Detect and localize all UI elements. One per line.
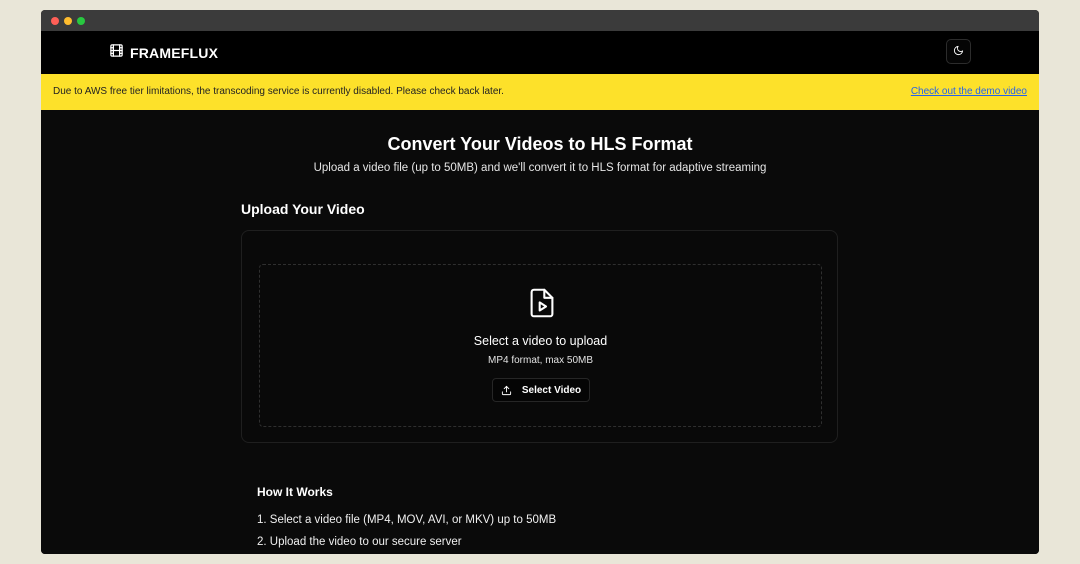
how-it-works-title: How It Works [257, 485, 333, 499]
service-notice-banner: Due to AWS free tier limitations, the tr… [41, 74, 1039, 110]
brand-name: FRAMEFLUX [130, 45, 219, 61]
how-it-works-steps: 1. Select a video file (MP4, MOV, AVI, o… [257, 514, 556, 554]
upload-section-title: Upload Your Video [241, 201, 365, 217]
browser-window: FRAMEFLUX Due to AWS free tier limitatio… [41, 10, 1039, 554]
list-item: 1. Select a video file (MP4, MOV, AVI, o… [257, 514, 557, 526]
main-content: Convert Your Videos to HLS Format Upload… [41, 110, 1039, 554]
moon-icon [953, 43, 964, 61]
select-video-label: Select Video [521, 384, 582, 396]
theme-toggle-button[interactable] [946, 39, 971, 64]
maximize-window-button[interactable] [77, 17, 85, 25]
app-header: FRAMEFLUX [41, 31, 1039, 74]
file-video-icon [528, 288, 556, 318]
minimize-window-button[interactable] [64, 17, 72, 25]
film-icon [109, 43, 124, 63]
list-item: 2. Upload the video to our secure server [257, 536, 462, 548]
close-window-button[interactable] [51, 17, 59, 25]
page-subtitle: Upload a video file (up to 50MB) and we'… [313, 162, 767, 174]
dropzone-hint: MP4 format, max 50MB [487, 355, 594, 366]
upload-icon [501, 385, 511, 395]
dropzone-title: Select a video to upload [473, 334, 608, 348]
select-video-button[interactable]: Select Video [492, 378, 590, 402]
brand[interactable]: FRAMEFLUX [109, 43, 218, 63]
banner-message: Due to AWS free tier limitations, the tr… [53, 86, 504, 97]
upload-dropzone[interactable]: Select a video to upload MP4 format, max… [259, 264, 822, 427]
upload-card: Select a video to upload MP4 format, max… [241, 230, 838, 443]
page-title: Convert Your Videos to HLS Format [387, 134, 693, 154]
demo-video-link[interactable]: Check out the demo video [911, 86, 1027, 97]
window-titlebar [41, 10, 1039, 31]
